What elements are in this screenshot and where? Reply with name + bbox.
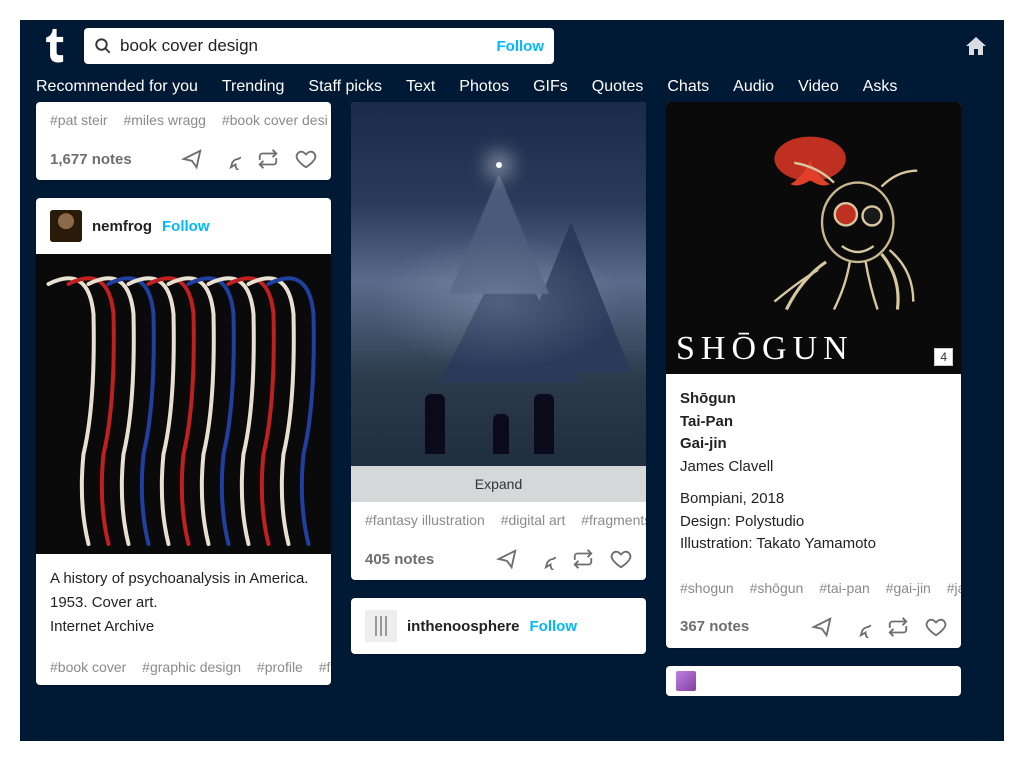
post-image[interactable]: SHŌGUN 4 [666, 102, 961, 374]
post-card-top-partial: #pat steir #miles wragg #book cover desi… [36, 102, 331, 180]
body-line: Design: Polystudio [680, 511, 947, 534]
like-icon[interactable] [925, 616, 947, 638]
notes-count[interactable]: 367 notes [680, 618, 749, 635]
post-card-noosphere: inthenoosphere Follow [351, 598, 646, 654]
nav-recommended[interactable]: Recommended for you [36, 78, 198, 96]
post-card-shogun: SHŌGUN 4 Shōgun Tai-Pan Gai-jin James Cl… [666, 102, 961, 648]
nav-tabs: Recommended for you Trending Staff picks… [20, 72, 1004, 106]
search-icon [94, 37, 112, 55]
body-line: James Clavell [680, 456, 947, 479]
nav-chats[interactable]: Chats [667, 78, 709, 96]
post-author-row: inthenoosphere Follow [351, 598, 646, 654]
body-line: A history of psychoanalysis in America. [50, 568, 317, 590]
like-icon[interactable] [610, 548, 632, 570]
post-tags: #book cover #graphic design #profile #fa [36, 649, 331, 685]
post-image[interactable] [36, 254, 331, 554]
search-bar: Follow [84, 28, 554, 64]
post-actions [811, 616, 947, 638]
nav-staff-picks[interactable]: Staff picks [308, 78, 382, 96]
nav-video[interactable]: Video [798, 78, 839, 96]
tag[interactable]: #book cover [50, 659, 126, 675]
tag[interactable]: #fantasy illustration [365, 512, 485, 528]
tumblr-logo[interactable] [36, 28, 72, 64]
tag[interactable]: #fragments o [581, 512, 646, 528]
reply-icon[interactable] [219, 148, 241, 170]
follow-link[interactable]: Follow [162, 218, 210, 235]
tag[interactable]: #fa [319, 659, 331, 675]
image-title-text: SHŌGUN [676, 330, 854, 368]
nav-text[interactable]: Text [406, 78, 435, 96]
expand-button[interactable]: Expand [351, 466, 646, 502]
share-icon[interactable] [181, 148, 203, 170]
post-footer: 367 notes [666, 606, 961, 648]
reblog-icon[interactable] [572, 548, 594, 570]
tag[interactable]: #pat steir [50, 112, 108, 128]
tag[interactable]: #tai-pan [819, 580, 870, 596]
body-line: Gai-jin [680, 433, 947, 456]
post-body: A history of psychoanalysis in America. … [36, 554, 331, 649]
masonry-columns: #pat steir #miles wragg #book cover desi… [20, 106, 1004, 696]
app-root: Follow Recommended for you Trending Staf… [20, 20, 1004, 741]
post-image[interactable]: Expand [351, 102, 646, 502]
search-input[interactable] [120, 36, 497, 56]
body-line: Tai-Pan [680, 411, 947, 434]
nav-asks[interactable]: Asks [863, 78, 898, 96]
tag[interactable]: #book cover desi [222, 112, 328, 128]
image-count-badge: 4 [934, 348, 953, 366]
post-actions [181, 148, 317, 170]
avatar[interactable] [365, 610, 397, 642]
post-card-fantasy: Expand #fantasy illustration #digital ar… [351, 102, 646, 580]
avatar[interactable] [676, 671, 696, 691]
post-card-partial [666, 666, 961, 696]
post-author-row: nemfrog Follow [36, 198, 331, 254]
column-1: #pat steir #miles wragg #book cover desi… [36, 102, 331, 685]
body-line: 1953. Cover art. [50, 592, 317, 614]
tag[interactable]: #graphic design [142, 659, 241, 675]
tag[interactable]: #james [947, 580, 961, 596]
body-line: Illustration: Takato Yamamoto [680, 533, 947, 556]
reblog-icon[interactable] [887, 616, 909, 638]
tag[interactable]: #miles wragg [123, 112, 205, 128]
body-line: Internet Archive [50, 616, 317, 638]
post-body: Shōgun Tai-Pan Gai-jin James Clavell Bom… [666, 374, 961, 570]
author-name[interactable]: inthenoosphere [407, 618, 520, 635]
tag[interactable]: #digital art [501, 512, 566, 528]
post-footer: 405 notes [351, 538, 646, 580]
post-card-psych: nemfrog Follow [36, 198, 331, 685]
body-line: Bompiani, 2018 [680, 488, 947, 511]
nav-photos[interactable]: Photos [459, 78, 509, 96]
nav-gifs[interactable]: GIFs [533, 78, 568, 96]
post-tags: #pat steir #miles wragg #book cover desi [36, 102, 331, 138]
reply-icon[interactable] [849, 616, 871, 638]
tag[interactable]: #gai-jin [886, 580, 931, 596]
post-tags: #fantasy illustration #digital art #frag… [351, 502, 646, 538]
nav-trending[interactable]: Trending [222, 78, 285, 96]
nav-quotes[interactable]: Quotes [592, 78, 644, 96]
share-icon[interactable] [811, 616, 833, 638]
search-follow-link[interactable]: Follow [497, 38, 545, 55]
tag[interactable]: #profile [257, 659, 303, 675]
author-name[interactable]: nemfrog [92, 218, 152, 235]
notes-count[interactable]: 1,677 notes [50, 151, 132, 168]
tag[interactable]: #shōgun [750, 580, 804, 596]
post-actions [496, 548, 632, 570]
notes-count[interactable]: 405 notes [365, 551, 434, 568]
home-icon[interactable] [964, 34, 988, 58]
nav-audio[interactable]: Audio [733, 78, 774, 96]
like-icon[interactable] [295, 148, 317, 170]
share-icon[interactable] [496, 548, 518, 570]
follow-link[interactable]: Follow [530, 618, 578, 635]
column-3: SHŌGUN 4 Shōgun Tai-Pan Gai-jin James Cl… [666, 102, 961, 696]
tag[interactable]: #shogun [680, 580, 734, 596]
post-tags: #shogun #shōgun #tai-pan #gai-jin #james [666, 570, 961, 606]
top-bar: Follow [20, 20, 1004, 72]
reply-icon[interactable] [534, 548, 556, 570]
post-footer: 1,677 notes [36, 138, 331, 180]
reblog-icon[interactable] [257, 148, 279, 170]
column-2: Expand #fantasy illustration #digital ar… [351, 102, 646, 654]
body-line: Shōgun [680, 388, 947, 411]
avatar[interactable] [50, 210, 82, 242]
